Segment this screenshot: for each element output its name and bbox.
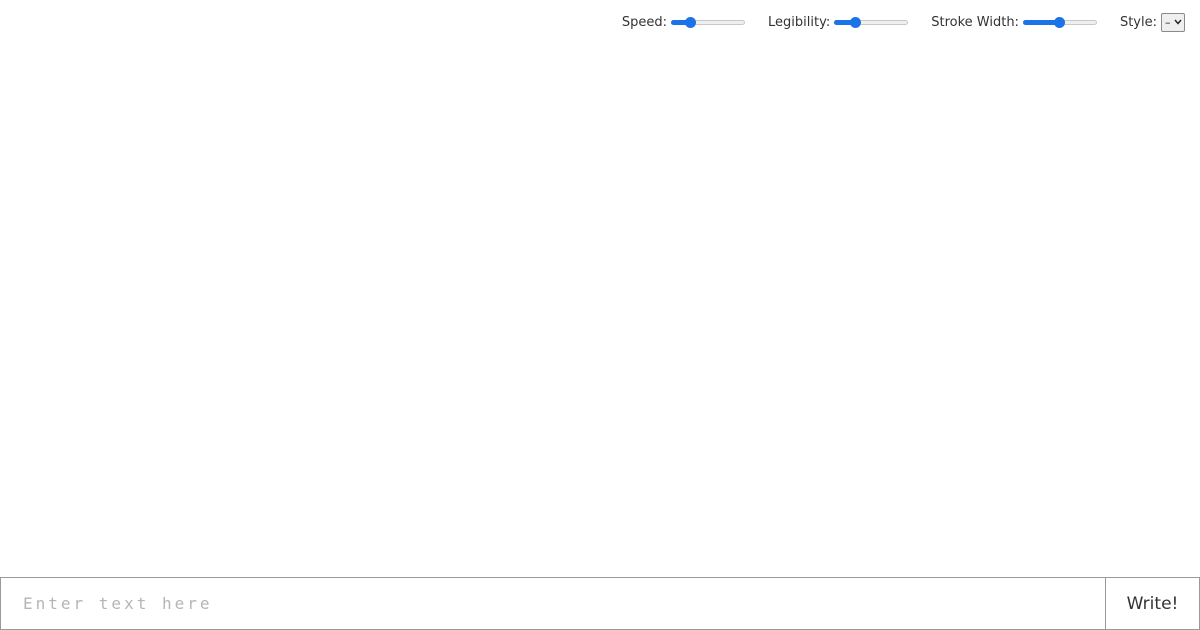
speed-slider[interactable] <box>671 16 746 30</box>
stroke-width-slider-thumb[interactable] <box>1053 16 1065 28</box>
style-label: Style: <box>1119 15 1157 30</box>
legibility-slider-thumb[interactable] <box>850 16 862 28</box>
legibility-label: Legibility: <box>768 15 831 30</box>
stroke-width-label: Stroke Width: <box>931 15 1019 30</box>
controls-bar: Speed: Legibility: Stroke Width: Style: … <box>622 13 1185 32</box>
text-input[interactable] <box>0 577 1105 630</box>
input-bar: Write! <box>0 577 1200 630</box>
handwriting-app: Speed: Legibility: Stroke Width: Style: … <box>0 0 1200 630</box>
legibility-control: Legibility: <box>768 15 909 30</box>
stroke-width-slider[interactable] <box>1022 16 1097 30</box>
speed-slider-thumb[interactable] <box>685 16 697 28</box>
style-select-value: – <box>1165 16 1171 29</box>
style-control: Style: – <box>1120 13 1185 32</box>
speed-control: Speed: <box>621 15 746 30</box>
chevron-down-icon <box>1174 19 1182 27</box>
speed-label: Speed: <box>621 15 668 30</box>
write-button[interactable]: Write! <box>1105 577 1200 630</box>
drawing-canvas <box>0 48 1200 576</box>
stroke-width-control: Stroke Width: <box>931 15 1097 30</box>
legibility-slider[interactable] <box>834 16 909 30</box>
style-select[interactable]: – <box>1161 13 1185 32</box>
